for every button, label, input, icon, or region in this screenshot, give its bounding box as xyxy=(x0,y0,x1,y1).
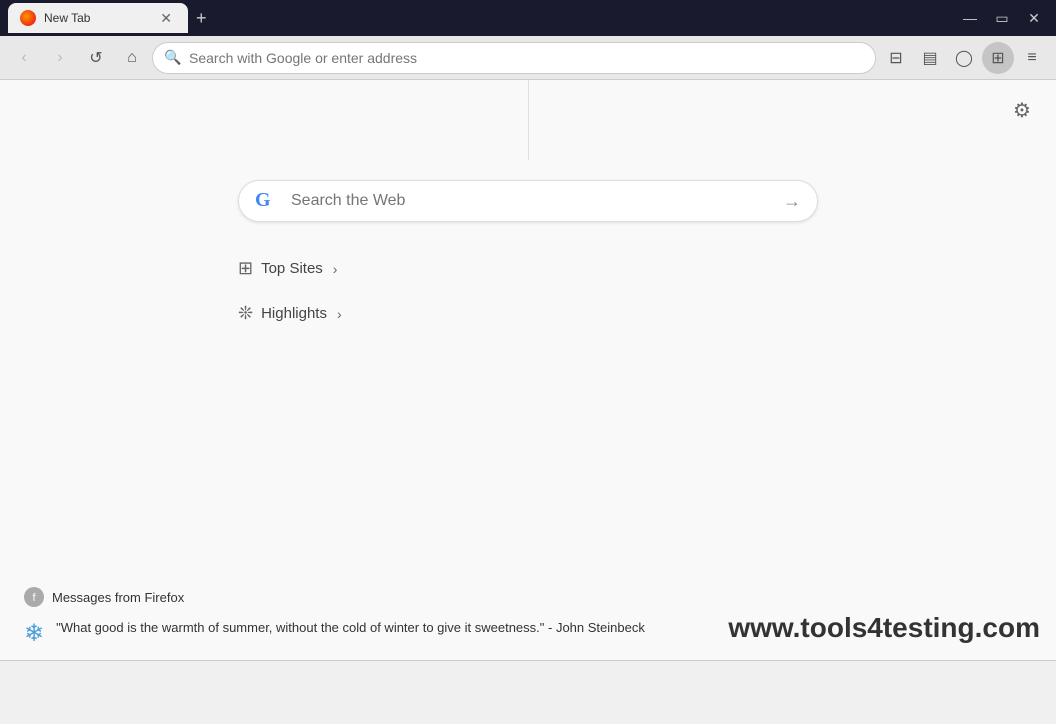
sidebar-icon: ▤ xyxy=(922,48,937,68)
messages-firefox-icon: f xyxy=(24,587,44,607)
sections-container: ⊞ Top Sites › ❊ Highlights › xyxy=(238,254,818,328)
firefox-messages-svg: f xyxy=(24,587,44,607)
minimize-button[interactable]: — xyxy=(956,4,984,32)
navbar: ‹ › ↺ ⌂ 🔍 ⊟ ▤ ◯ ⊞ ≡ xyxy=(0,36,1056,80)
tab-title: New Tab xyxy=(44,11,148,25)
google-g-icon: G xyxy=(255,189,279,213)
active-tab[interactable]: New Tab ✕ xyxy=(8,3,188,33)
library-button[interactable]: ⊟ xyxy=(880,42,912,74)
highlights-row[interactable]: ❊ Highlights › xyxy=(238,299,818,328)
tab-favicon xyxy=(20,10,36,26)
account-icon: ◯ xyxy=(955,48,973,68)
search-arrow-icon[interactable]: → xyxy=(783,191,801,212)
tab-bar: New Tab ✕ + xyxy=(8,3,956,33)
home-button[interactable]: ⌂ xyxy=(116,42,148,74)
bottom-bar xyxy=(0,660,1056,692)
back-button[interactable]: ‹ xyxy=(8,42,40,74)
tab-close-button[interactable]: ✕ xyxy=(156,8,176,29)
messages-header: f Messages from Firefox xyxy=(24,587,1032,607)
message-text: "What good is the warmth of summer, with… xyxy=(56,619,645,637)
hamburger-icon: ≡ xyxy=(1027,49,1036,67)
account-button[interactable]: ◯ xyxy=(948,42,980,74)
top-sites-icon: ⊞ xyxy=(238,258,253,279)
menu-button[interactable]: ≡ xyxy=(1016,42,1048,74)
library-icon: ⊟ xyxy=(889,48,902,68)
top-sites-chevron: › xyxy=(333,261,338,277)
snowflake-icon: ❄ xyxy=(24,619,44,648)
maximize-button[interactable]: ▭ xyxy=(988,4,1016,32)
highlights-chevron: › xyxy=(337,306,342,322)
settings-gear-button[interactable]: ⚙ xyxy=(1004,92,1040,128)
toolbar-icons: ⊟ ▤ ◯ ⊞ ≡ xyxy=(880,42,1048,74)
titlebar: New Tab ✕ + — ▭ ✕ xyxy=(0,0,1056,36)
messages-title: Messages from Firefox xyxy=(52,590,184,605)
main-content: ⚙ G → ⊞ Top Sites › ❊ Highlights › xyxy=(0,80,1056,692)
extensions-icon: ⊞ xyxy=(991,48,1004,68)
watermark: www.tools4testing.com xyxy=(728,612,1040,644)
highlights-icon: ❊ xyxy=(238,303,253,324)
gear-icon: ⚙ xyxy=(1013,98,1031,123)
window-controls: — ▭ ✕ xyxy=(956,4,1048,32)
refresh-button[interactable]: ↺ xyxy=(80,42,112,74)
close-button[interactable]: ✕ xyxy=(1020,4,1048,32)
extensions-button[interactable]: ⊞ xyxy=(982,42,1014,74)
address-bar[interactable] xyxy=(152,42,876,74)
new-tab-button[interactable]: + xyxy=(188,4,215,33)
sidebar-button[interactable]: ▤ xyxy=(914,42,946,74)
address-bar-wrapper: 🔍 xyxy=(152,42,876,74)
google-search-input[interactable] xyxy=(291,192,783,210)
top-sites-label: Top Sites xyxy=(261,260,323,277)
highlights-label: Highlights xyxy=(261,305,327,322)
top-sites-row[interactable]: ⊞ Top Sites › xyxy=(238,254,818,283)
google-logo: G xyxy=(255,189,279,213)
top-divider xyxy=(528,80,529,160)
search-container: G → xyxy=(238,180,818,222)
forward-button[interactable]: › xyxy=(44,42,76,74)
